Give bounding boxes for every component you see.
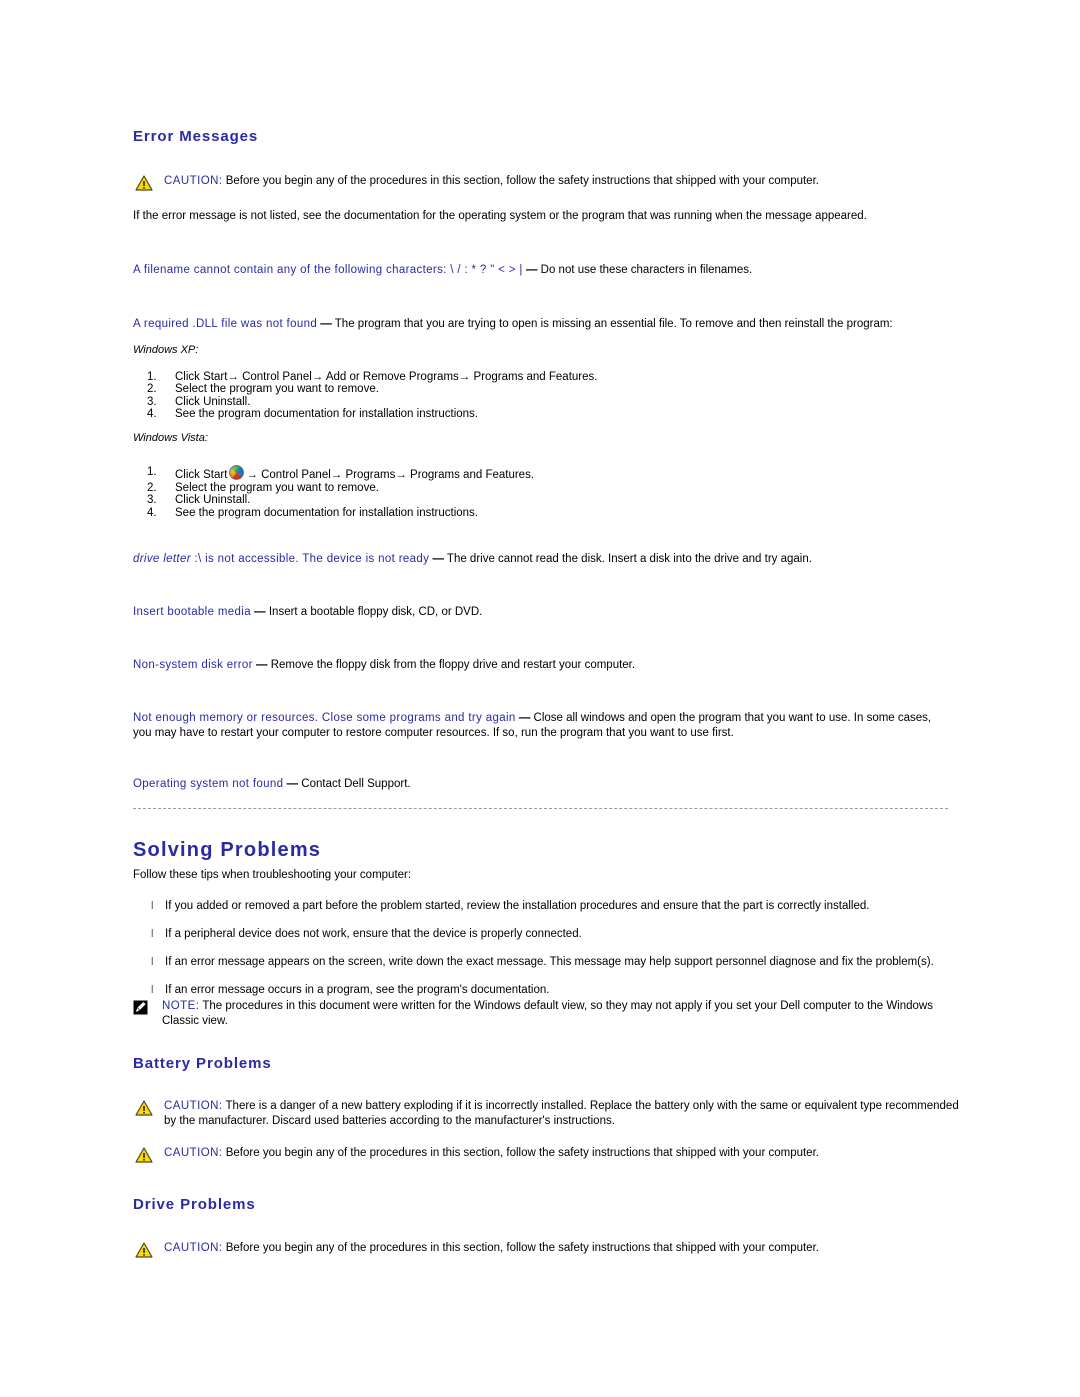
message-dash: — [286,778,299,790]
page-title-error-messages: Error Messages [133,128,259,145]
message-body: The drive cannot read the disk. Insert a… [443,553,812,565]
step-text: Select the program you want to remove. [175,482,379,494]
bullet-glyph: l [151,928,154,940]
caution-triangle-icon [135,1242,153,1258]
caution-text: There is a danger of a new battery explo… [164,1100,959,1127]
step-text-suffix: → Control Panel→ Programs→ Programs and … [246,469,535,481]
list-item: 4. See the program documentation for inst… [133,408,893,420]
message-dash: — [518,712,531,724]
list-item: 1. Click Start→ Control Panel→ Add or Rem… [133,371,893,383]
tip-text: If you added or removed a part before th… [165,900,870,912]
tip-text: If an error message appears on the scree… [165,956,934,968]
caution-text: Before you begin any of the procedures i… [222,1242,819,1254]
step-text-prefix: Click Start [175,469,228,481]
message-body: The program that you are trying to open … [331,318,893,330]
bullet-glyph: l [151,956,154,968]
step-text: Click Uninstall. [175,494,251,507]
list-item: 2. Select the program you want to remove. [133,383,893,395]
page-title-battery-problems: Battery Problems [133,1055,272,1072]
section-divider [133,808,948,809]
document-page: Error Messages CAUTION: Before you begin… [0,0,1080,1397]
list-item: 3. Click Uninstall. [133,494,893,506]
list-item: l If a peripheral device does not work, e… [133,927,948,942]
message-term: A filename cannot contain any of the fol… [133,264,523,276]
caution-text: Before you begin any of the procedures i… [222,175,819,187]
os-label-windows-xp: Windows XP: [133,344,199,356]
page-title-solving-problems: Solving Problems [133,839,322,861]
troubleshooting-tips-list: l If you added or removed a part before t… [133,899,948,1011]
step-text: Click Uninstall. [175,395,251,408]
step-text: See the program documentation for instal… [175,408,478,421]
page-title-drive-problems: Drive Problems [133,1196,256,1213]
steps-windows-xp: 1. Click Start→ Control Panel→ Add or Rem… [133,371,893,421]
message-body: Remove the floppy disk from the floppy d… [267,659,636,671]
message-dash: — [256,659,268,671]
step-number: 1. [147,466,157,478]
note-label: NOTE: [162,1000,200,1012]
message-body: Do not use these characters in filenames… [537,264,753,276]
error-messages-intro: If the error message is not listed, see … [133,210,867,222]
message-term: Non-system disk error [133,659,253,671]
step-number: 4. [147,506,157,519]
caution-triangle-icon [135,175,153,191]
message-term: Operating system not found [133,778,284,790]
message-body: Contact Dell Support. [298,778,411,790]
message-entry: A filename cannot contain any of the fol… [133,263,948,278]
message-entry: drive letter :\ is not accessible. The d… [133,552,948,567]
message-entry: Non-system disk error — Remove the flopp… [133,658,948,673]
solving-problems-intro: Follow these tips when troubleshooting y… [133,869,412,881]
message-term-italic: drive letter [133,553,191,565]
step-number: 4. [147,408,157,421]
note-pencil-icon [133,1000,148,1015]
caution-triangle-icon [135,1147,153,1163]
caution-battery-2: CAUTION: Before you begin any of the pro… [135,1146,974,1163]
message-dash: — [320,318,332,330]
message-term: Not enough memory or resources. Close so… [133,712,516,724]
message-entry: Insert bootable media — Insert a bootabl… [133,605,948,620]
message-dash: — [254,606,266,618]
list-item: 1. Click Start → Control Panel→ Programs→ … [133,465,893,482]
note-solving-problems: NOTE: The procedures in this document we… [133,999,972,1029]
message-term: Insert bootable media [133,606,251,618]
caution-label: CAUTION: [164,1242,223,1254]
message-dash: — [432,553,444,565]
caution-drive-1: CAUTION: Before you begin any of the pro… [135,1241,974,1258]
caution-label: CAUTION: [164,1147,223,1159]
step-number: 1. [147,371,157,383]
step-text: See the program documentation for instal… [175,506,478,519]
message-term: A required .DLL file was not found [133,318,318,330]
note-text: The procedures in this document were wri… [162,1000,933,1027]
step-number: 3. [147,494,157,507]
bullet-glyph: l [151,984,154,996]
step-number: 3. [147,395,157,408]
windows-vista-start-orb-icon [229,465,245,480]
tip-text: If a peripheral device does not work, en… [165,928,582,940]
caution-label: CAUTION: [164,175,223,187]
list-item: 4. See the program documentation for inst… [133,507,893,519]
bullet-glyph: l [151,900,154,912]
message-entry: Operating system not found — Contact Del… [133,777,948,792]
message-entry: Not enough memory or resources. Close so… [133,711,943,741]
caution-label: CAUTION: [164,1100,223,1112]
message-dash: — [525,264,538,276]
list-item: l If an error message occurs in a program… [133,983,948,998]
list-item: 3. Click Uninstall. [133,396,893,408]
tip-text: If an error message occurs in a program,… [165,984,550,996]
caution-battery-1: CAUTION: There is a danger of a new batt… [135,1099,974,1129]
caution-error-messages: CAUTION: Before you begin any of the pro… [135,174,976,191]
caution-triangle-icon [135,1100,153,1116]
step-number: 2. [147,482,157,494]
step-number: 2. [147,383,157,396]
list-item: 2. Select the program you want to remove. [133,482,893,494]
message-body: Insert a bootable floppy disk, CD, or DV… [265,606,483,618]
step-text: Select the program you want to remove. [175,383,379,396]
list-item: l If you added or removed a part before t… [133,899,948,914]
message-term: :\ is not accessible. The device is not … [190,553,430,565]
message-entry: A required .DLL file was not found — The… [133,317,948,332]
caution-text: Before you begin any of the procedures i… [222,1147,819,1159]
os-label-windows-vista: Windows Vista: [133,432,208,444]
list-item: l If an error message appears on the scre… [133,955,948,970]
step-text: Click Start→ Control Panel→ Add or Remov… [175,371,598,383]
steps-windows-vista: 1. Click Start → Control Panel→ Programs→ … [133,465,893,519]
